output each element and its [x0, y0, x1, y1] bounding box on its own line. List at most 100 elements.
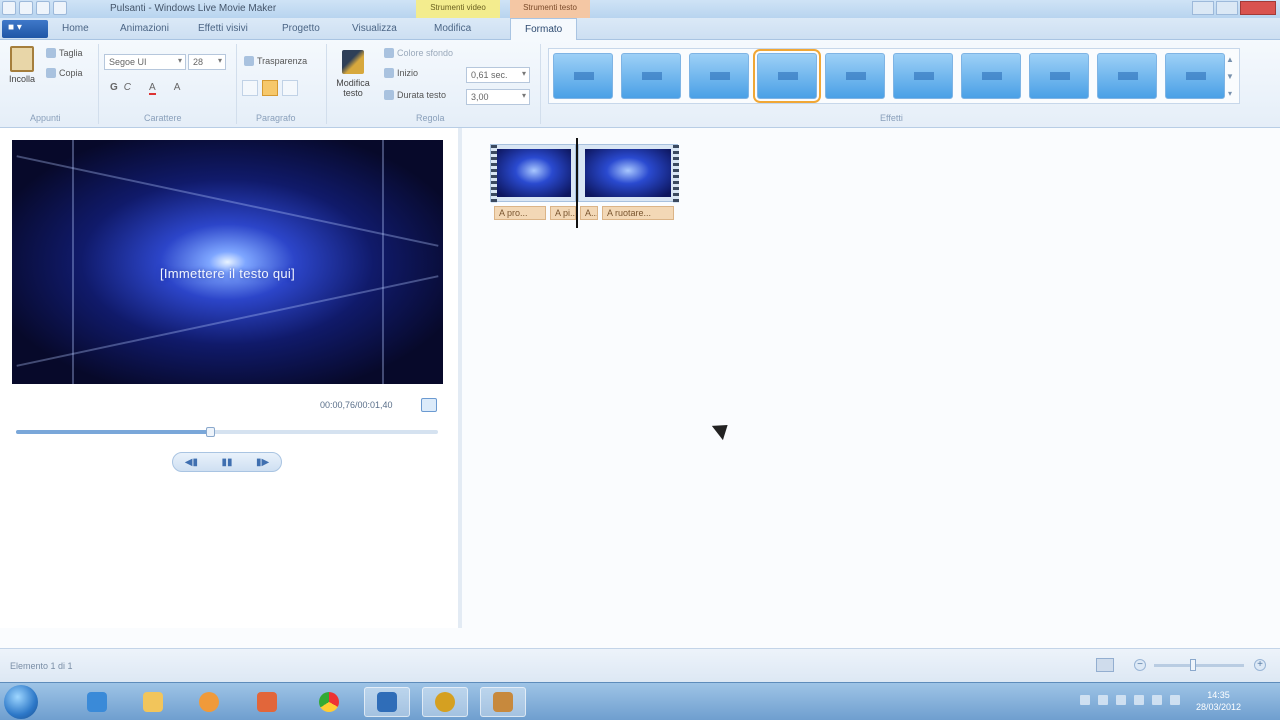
redo-icon[interactable] — [53, 1, 67, 15]
tray-icon[interactable] — [1152, 695, 1162, 705]
background-color-button[interactable]: Colore sfondo — [384, 48, 453, 58]
align-center-button[interactable] — [262, 80, 278, 96]
taskbar-chrome[interactable] — [306, 687, 352, 717]
edit-text-button[interactable]: Modifica testo — [330, 50, 376, 98]
effect-thumbnail[interactable] — [1097, 53, 1157, 99]
taskbar-explorer[interactable] — [130, 687, 176, 717]
taskbar-app[interactable] — [364, 687, 410, 717]
overlay-caption[interactable]: [Immettere il testo qui] — [12, 266, 443, 281]
gallery-scroll-buttons[interactable]: ▲ ▼ ▾ — [1225, 51, 1235, 103]
tab-animations[interactable]: Animazioni — [120, 23, 169, 34]
separator — [98, 44, 99, 124]
clock[interactable]: 14:35 28/03/2012 — [1196, 689, 1241, 713]
app-menu-button[interactable]: ■ ▾ — [2, 20, 48, 38]
zoom-out-button[interactable]: − — [1134, 659, 1146, 671]
bold-button[interactable]: G — [110, 82, 118, 95]
taskbar-paint[interactable] — [244, 687, 290, 717]
align-left-button[interactable] — [242, 80, 258, 96]
status-bar: Elemento 1 di 1 − + — [0, 648, 1280, 682]
scissors-icon — [46, 48, 56, 58]
volume-icon[interactable] — [1170, 695, 1180, 705]
tab-edit[interactable]: Modifica — [434, 23, 471, 34]
group-label-font: Carattere — [144, 113, 182, 123]
start-time-text: Inizio — [397, 68, 419, 78]
video-preview[interactable]: [Immettere il testo qui] — [12, 140, 443, 384]
minimize-button[interactable] — [1192, 1, 1214, 15]
tab-format[interactable]: Formato — [510, 18, 578, 41]
ribbon-tabs: ■ ▾ Home Animazioni Effetti visivi Proge… — [0, 18, 1280, 41]
paste-button[interactable]: Incolla — [4, 46, 40, 84]
effect-thumbnail[interactable] — [893, 53, 953, 99]
pane-splitter[interactable] — [458, 128, 462, 628]
effect-thumbnail[interactable] — [689, 53, 749, 99]
font-color-button[interactable]: A — [149, 82, 156, 95]
seek-bar[interactable] — [16, 427, 438, 437]
effect-thumbnail[interactable] — [621, 53, 681, 99]
font-family-select[interactable]: Segoe UI — [104, 54, 186, 70]
taskbar-audio[interactable] — [422, 687, 468, 717]
clipboard-icon — [10, 46, 34, 72]
app-icon[interactable] — [2, 1, 16, 15]
effect-thumbnail[interactable] — [825, 53, 885, 99]
video-clip[interactable] — [490, 144, 576, 203]
close-button[interactable] — [1240, 1, 1276, 15]
seek-bar-fill — [16, 430, 211, 434]
previous-frame-icon[interactable]: ◀▮ — [185, 457, 198, 468]
film-strip — [673, 145, 679, 203]
italic-button[interactable]: C — [124, 82, 131, 95]
duration-text: Durata testo — [397, 90, 447, 100]
title-bar: Pulsanti - Windows Live Movie Maker Stru… — [0, 0, 1280, 18]
clock-time: 14:35 — [1207, 690, 1230, 700]
taskbar-movie-maker[interactable] — [480, 687, 526, 717]
video-clip[interactable] — [578, 144, 679, 203]
zoom-slider[interactable] — [1154, 659, 1244, 671]
tab-home[interactable]: Home — [62, 23, 89, 34]
tray-icon[interactable] — [1080, 695, 1090, 705]
tray-icon[interactable] — [1134, 695, 1144, 705]
tab-view[interactable]: Visualizza — [352, 23, 397, 34]
context-tab-text-tools: Strumenti testo — [510, 0, 590, 18]
effect-thumbnail[interactable] — [1165, 53, 1225, 99]
caption-clip[interactable]: A pi... — [550, 206, 576, 220]
caption-clip[interactable]: A pro... — [494, 206, 546, 220]
network-icon[interactable] — [1116, 695, 1126, 705]
thumbnail-size-icon[interactable] — [1096, 658, 1114, 672]
taskbar-media-player[interactable] — [186, 687, 232, 717]
taskbar-ie[interactable] — [74, 687, 120, 717]
window-controls — [1192, 1, 1276, 15]
zoom-thumb[interactable] — [1190, 659, 1196, 671]
seek-thumb[interactable] — [206, 427, 216, 437]
tab-visual-effects[interactable]: Effetti visivi — [198, 23, 248, 34]
start-time-input[interactable]: 0,61 sec. — [466, 67, 530, 83]
undo-icon[interactable] — [36, 1, 50, 15]
transparency-button[interactable]: Trasparenza — [244, 56, 307, 66]
duration-select[interactable]: 3,00 — [466, 89, 530, 105]
effect-thumbnail[interactable] — [553, 53, 613, 99]
caption-clip[interactable]: A ruotare... — [602, 206, 674, 220]
align-right-button[interactable] — [282, 80, 298, 96]
save-icon[interactable] — [19, 1, 33, 15]
effect-thumbnail[interactable] — [961, 53, 1021, 99]
font-size-select[interactable]: 28 — [188, 54, 226, 70]
next-frame-icon[interactable]: ▮▶ — [256, 457, 269, 468]
effect-thumbnail[interactable] — [1029, 53, 1089, 99]
maximize-button[interactable] — [1216, 1, 1238, 15]
taskbar: 14:35 28/03/2012 — [0, 682, 1280, 720]
separator — [326, 44, 327, 124]
copy-button[interactable]: Copia — [46, 68, 83, 78]
play-pause-icon[interactable]: ▮▮ — [221, 457, 232, 468]
tray-icon[interactable] — [1098, 695, 1108, 705]
tab-project[interactable]: Progetto — [282, 23, 320, 34]
separator — [540, 44, 541, 124]
cut-button[interactable]: Taglia — [46, 48, 83, 58]
duration-icon — [384, 90, 394, 100]
preview-pane: [Immettere il testo qui] 00:00,76/00:01,… — [0, 128, 458, 628]
effect-thumbnail-selected[interactable] — [753, 49, 821, 103]
fullscreen-icon[interactable] — [421, 398, 437, 412]
zoom-in-button[interactable]: + — [1254, 659, 1266, 671]
status-text: Elemento 1 di 1 — [10, 661, 73, 671]
playhead[interactable] — [576, 138, 578, 228]
grow-font-button[interactable]: A — [174, 82, 181, 95]
caption-clip[interactable]: A... — [580, 206, 598, 220]
start-button[interactable] — [4, 685, 38, 719]
